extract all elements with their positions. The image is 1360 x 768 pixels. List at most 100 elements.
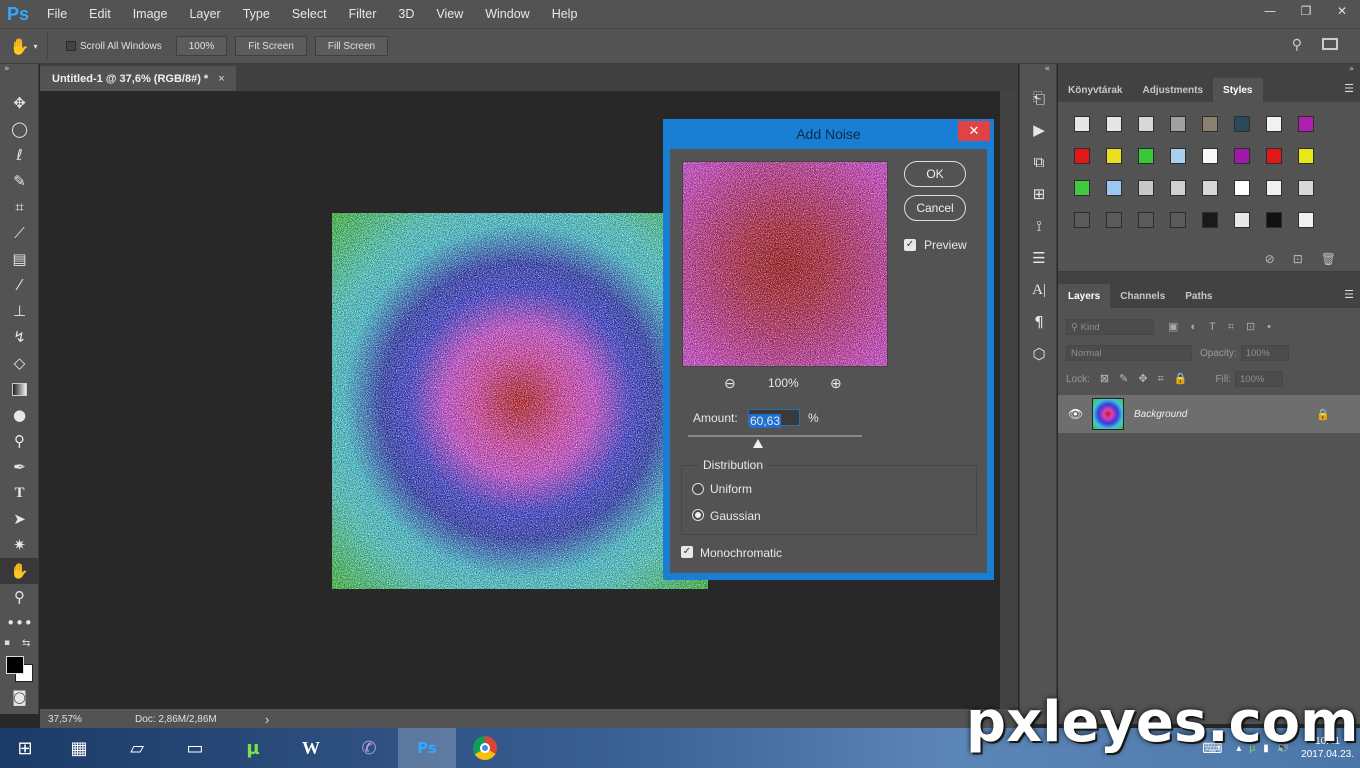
- layer-name[interactable]: Background: [1134, 409, 1187, 420]
- 3d-panel-icon[interactable]: ⧉: [1020, 148, 1058, 176]
- zoom-in-icon[interactable]: ⊕: [830, 375, 842, 392]
- style-swatch[interactable]: [1162, 108, 1194, 140]
- minimize-button[interactable]: —: [1252, 0, 1288, 22]
- style-swatch[interactable]: [1290, 140, 1322, 172]
- menu-select[interactable]: Select: [281, 0, 338, 28]
- delete-style-icon[interactable]: 🗑: [1321, 252, 1336, 266]
- fill-input[interactable]: 100%: [1235, 371, 1284, 387]
- clear-style-icon[interactable]: ⊘: [1265, 252, 1275, 266]
- style-swatch[interactable]: [1194, 204, 1226, 236]
- amount-input[interactable]: 60,63: [748, 409, 800, 428]
- adjustments-icon[interactable]: ☰: [1020, 244, 1058, 272]
- word-icon[interactable]: W: [282, 728, 340, 768]
- style-swatch[interactable]: [1130, 140, 1162, 172]
- noise-preview[interactable]: [682, 161, 888, 367]
- foreground-color-swatch[interactable]: [6, 656, 24, 674]
- close-window-button[interactable]: ✕: [1324, 0, 1360, 22]
- windows-start-icon[interactable]: ⊞: [0, 728, 50, 768]
- dodge-tool-icon[interactable]: ⚲: [0, 428, 39, 454]
- style-swatch[interactable]: [1194, 108, 1226, 140]
- fill-screen-button[interactable]: Fill Screen: [314, 36, 389, 56]
- character-panel-icon[interactable]: A|: [1020, 276, 1058, 304]
- type-tool-icon[interactable]: T: [0, 480, 39, 506]
- style-swatch[interactable]: [1066, 172, 1098, 204]
- canvas-vertical-scrollbar[interactable]: [1000, 91, 1018, 709]
- style-swatch[interactable]: [1130, 108, 1162, 140]
- ok-button[interactable]: OK: [904, 161, 966, 187]
- history-brush-tool-icon[interactable]: ↯: [0, 324, 39, 350]
- zoom-out-icon[interactable]: ⊖: [724, 375, 736, 392]
- style-swatch[interactable]: [1290, 204, 1322, 236]
- healing-tool-icon[interactable]: ▤: [0, 246, 39, 272]
- style-swatch[interactable]: [1130, 172, 1162, 204]
- dialog-close-button[interactable]: ✕: [958, 121, 990, 141]
- default-colors-icon[interactable]: ▪: [4, 638, 10, 648]
- visibility-eye-icon[interactable]: 👁: [1068, 407, 1083, 421]
- marquee-tool-icon[interactable]: ◯: [0, 116, 39, 142]
- opacity-input[interactable]: 100%: [1240, 345, 1289, 361]
- kind-filter-select[interactable]: ⚲ Kind: [1066, 319, 1154, 335]
- crop-tool-icon[interactable]: ⌗: [0, 194, 39, 220]
- quick-mask-icon[interactable]: ◙: [0, 684, 39, 710]
- paragraph-panel-icon[interactable]: ¶: [1020, 308, 1058, 336]
- tab-channels[interactable]: Channels: [1110, 284, 1175, 308]
- utorrent-icon[interactable]: µ: [224, 728, 282, 768]
- menu-file[interactable]: File: [36, 0, 78, 28]
- style-swatch[interactable]: [1162, 172, 1194, 204]
- cube-icon[interactable]: ⬡: [1020, 340, 1058, 368]
- style-swatch[interactable]: [1066, 140, 1098, 172]
- file-explorer-icon[interactable]: ▭: [166, 728, 224, 768]
- style-swatch[interactable]: [1226, 140, 1258, 172]
- move-tool-icon[interactable]: ✥: [0, 90, 39, 116]
- layers-panel-menu-icon[interactable]: ☰: [1344, 288, 1354, 301]
- quick-select-tool-icon[interactable]: ✎: [0, 168, 39, 194]
- style-swatch[interactable]: [1194, 140, 1226, 172]
- workspace-icon[interactable]: [1322, 38, 1338, 50]
- calculator-icon[interactable]: ▦: [50, 728, 108, 768]
- actions-panel-icon[interactable]: ▶: [1020, 116, 1058, 144]
- zoom-100-button[interactable]: 100%: [175, 36, 228, 56]
- dialog-title-bar[interactable]: Add Noise ✕: [663, 119, 994, 149]
- style-swatch[interactable]: [1258, 204, 1290, 236]
- cancel-button[interactable]: Cancel: [904, 195, 966, 221]
- style-swatch[interactable]: [1258, 140, 1290, 172]
- brush-tool-icon[interactable]: ⁄: [0, 272, 39, 298]
- new-style-icon[interactable]: ⊡: [1293, 252, 1303, 266]
- zoom-readout[interactable]: 37,57%: [40, 714, 100, 725]
- tab-layers[interactable]: Layers: [1058, 284, 1111, 308]
- collapse-dock-icon[interactable]: «: [1020, 64, 1056, 84]
- style-swatch[interactable]: [1098, 140, 1130, 172]
- path-select-tool-icon[interactable]: ➤: [0, 506, 39, 532]
- lock-icons[interactable]: ⊠✎✥⌗🔒: [1100, 372, 1198, 386]
- fit-screen-button[interactable]: Fit Screen: [235, 36, 307, 56]
- tab-adjustments[interactable]: Adjustments: [1132, 78, 1213, 102]
- shape-tool-icon[interactable]: ✷: [0, 532, 39, 558]
- status-menu-arrow[interactable]: ›: [265, 712, 269, 727]
- properties-panel-icon[interactable]: ⊞: [1020, 180, 1058, 208]
- hand-tool-preset-icon[interactable]: ✋ ▾: [0, 32, 48, 60]
- style-swatch[interactable]: [1098, 172, 1130, 204]
- stamp-tool-icon[interactable]: ⊥: [0, 298, 39, 324]
- lasso-tool-icon[interactable]: ℓ: [0, 142, 39, 168]
- style-swatch[interactable]: [1194, 172, 1226, 204]
- blend-mode-select[interactable]: Normal: [1066, 345, 1192, 361]
- style-swatch[interactable]: [1162, 140, 1194, 172]
- monochromatic-checkbox[interactable]: ✓: [681, 546, 693, 558]
- scroll-all-windows-checkbox[interactable]: [66, 41, 76, 51]
- gradient-tool-icon[interactable]: [0, 376, 39, 402]
- layer-filter-icons[interactable]: ▣◐T⌗⊡•: [1168, 320, 1283, 334]
- style-swatch[interactable]: [1162, 204, 1194, 236]
- panels-collapse-icon[interactable]: »: [1058, 64, 1360, 76]
- restore-button[interactable]: ❐: [1288, 0, 1324, 22]
- menu-3d[interactable]: 3D: [387, 0, 425, 28]
- layer-lock-icon[interactable]: 🔒: [1316, 408, 1330, 421]
- swap-colors-icon[interactable]: ⇆: [22, 638, 30, 649]
- history-panel-icon[interactable]: ⎗: [1020, 84, 1058, 112]
- pen-tool-icon[interactable]: ✒: [0, 454, 39, 480]
- viber-icon[interactable]: ✆: [340, 728, 398, 768]
- tab-libraries[interactable]: Könyvtárak: [1058, 78, 1132, 102]
- amount-slider-thumb[interactable]: [752, 439, 763, 448]
- style-swatch[interactable]: [1290, 172, 1322, 204]
- style-swatch[interactable]: [1226, 108, 1258, 140]
- tab-styles[interactable]: Styles: [1213, 78, 1263, 102]
